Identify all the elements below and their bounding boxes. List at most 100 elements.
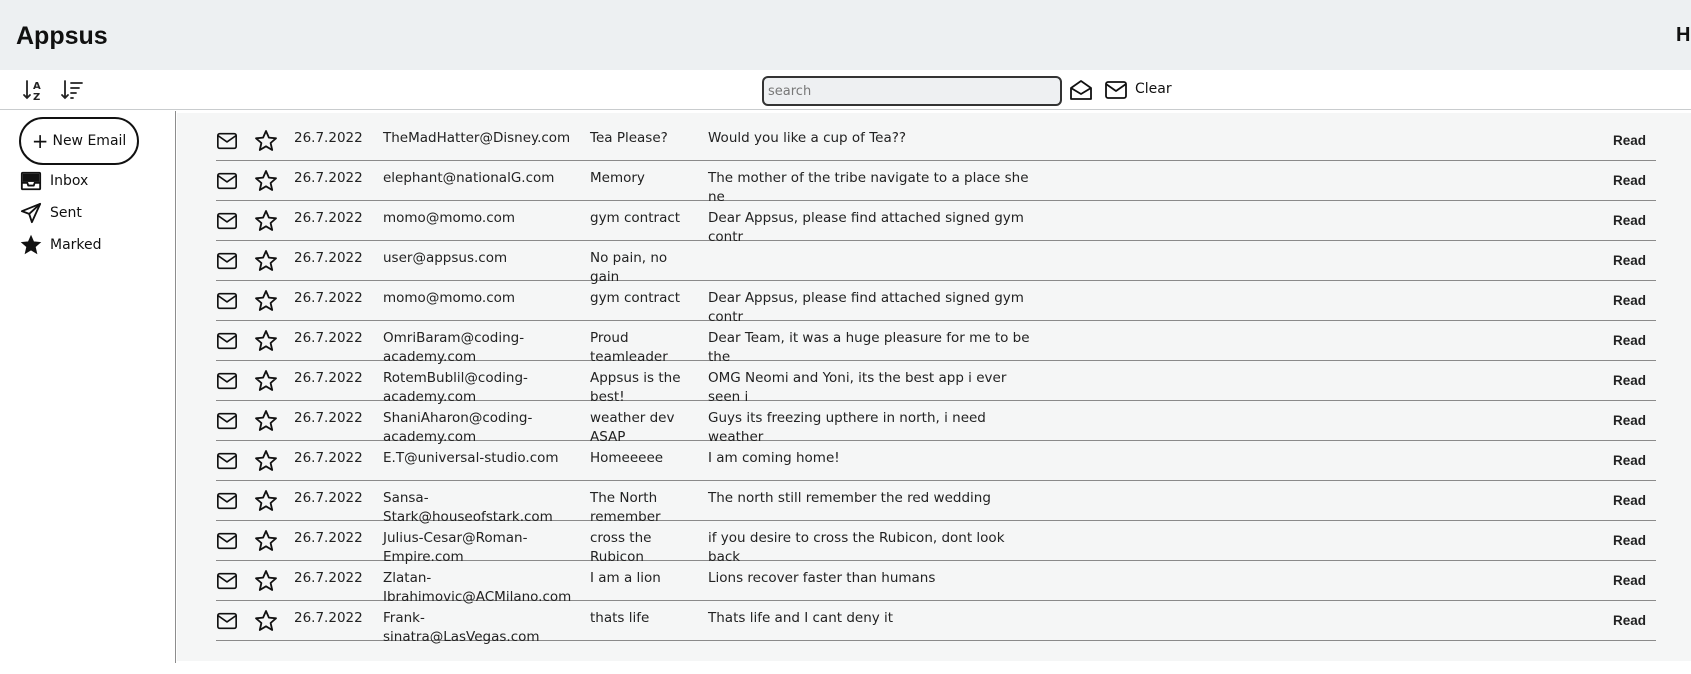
- read-status-button[interactable]: Read: [1613, 333, 1646, 348]
- email-date: 26.7.2022: [294, 170, 363, 186]
- envelope-icon[interactable]: [216, 490, 240, 512]
- envelope-icon[interactable]: [216, 370, 240, 392]
- envelope-icon[interactable]: [1104, 78, 1128, 102]
- email-list: 26.7.2022 TheMadHatter@Disney.com Tea Plea…: [216, 121, 1656, 645]
- email-date: 26.7.2022: [294, 330, 363, 346]
- email-preview: Thats life and I cant deny it: [708, 610, 894, 626]
- envelope-icon[interactable]: [216, 130, 240, 152]
- star-icon[interactable]: [254, 129, 278, 153]
- email-date: 26.7.2022: [294, 370, 363, 386]
- email-row[interactable]: 26.7.2022 TheMadHatter@Disney.com Tea Plea…: [216, 121, 1656, 161]
- read-status-button[interactable]: Read: [1613, 213, 1646, 228]
- header-nav-text[interactable]: H: [1676, 24, 1690, 47]
- email-sender: elephant@nationalG.com: [383, 170, 555, 186]
- email-date: 26.7.2022: [294, 410, 363, 426]
- sidebar-item-inbox[interactable]: Inbox: [20, 169, 88, 193]
- new-email-label: New Email: [52, 133, 127, 149]
- email-row[interactable]: 26.7.2022 OmriBaram@coding-academy.com Pro…: [216, 321, 1656, 365]
- read-status-button[interactable]: Read: [1613, 573, 1646, 588]
- email-preview: Lions recover faster than humans: [708, 570, 936, 586]
- email-sender: momo@momo.com: [383, 290, 516, 306]
- app-title[interactable]: Appsus: [16, 22, 108, 51]
- new-email-button[interactable]: + New Email: [19, 117, 139, 165]
- email-row[interactable]: 26.7.2022 Sansa-Stark@houseofstark.com The…: [216, 481, 1656, 525]
- clear-button[interactable]: Clear: [1135, 81, 1172, 97]
- email-subject: thats life: [590, 610, 650, 626]
- email-sender: E.T@universal-studio.com: [383, 450, 559, 466]
- toolbar: A Z Clear: [0, 70, 1691, 110]
- email-date: 26.7.2022: [294, 490, 363, 506]
- email-row[interactable]: 26.7.2022 Frank-sinatra@LasVegas.com thats…: [216, 601, 1656, 645]
- email-date: 26.7.2022: [294, 610, 363, 626]
- email-list-panel: 26.7.2022 TheMadHatter@Disney.com Tea Plea…: [177, 113, 1691, 661]
- read-status-button[interactable]: Read: [1613, 493, 1646, 508]
- email-row[interactable]: 26.7.2022 user@appsus.com No pain, no gain…: [216, 241, 1656, 285]
- app-header: Appsus H: [0, 0, 1691, 70]
- email-sender: TheMadHatter@Disney.com: [383, 130, 571, 146]
- email-subject: Homeeeee: [590, 450, 664, 466]
- sidebar-item-label: Marked: [50, 237, 102, 253]
- email-row[interactable]: 26.7.2022 momo@momo.com gym contract Dear A…: [216, 281, 1656, 325]
- star-icon[interactable]: [254, 209, 278, 233]
- envelope-icon[interactable]: [216, 610, 240, 632]
- email-row[interactable]: 26.7.2022 Zlatan-Ibrahimovic@ACMilano.com…: [216, 561, 1656, 605]
- star-icon[interactable]: [254, 249, 278, 273]
- email-row[interactable]: 26.7.2022 elephant@nationalG.com Memory The…: [216, 161, 1656, 205]
- email-sender: momo@momo.com: [383, 210, 516, 226]
- email-row[interactable]: 26.7.2022 ShaniAharon@coding-academy.com w…: [216, 401, 1656, 445]
- star-icon[interactable]: [254, 329, 278, 353]
- envelope-icon[interactable]: [216, 570, 240, 592]
- envelope-icon[interactable]: [216, 250, 240, 272]
- star-icon[interactable]: [254, 489, 278, 513]
- email-date: 26.7.2022: [294, 570, 363, 586]
- email-row[interactable]: 26.7.2022 RotemBublil@coding-academy.com A…: [216, 361, 1656, 405]
- read-status-button[interactable]: Read: [1613, 453, 1646, 468]
- email-date: 26.7.2022: [294, 530, 363, 546]
- envelope-icon[interactable]: [216, 530, 240, 552]
- read-status-button[interactable]: Read: [1613, 133, 1646, 148]
- sort-lines-icon[interactable]: [60, 78, 84, 102]
- star-icon[interactable]: [254, 449, 278, 473]
- search-input[interactable]: [762, 76, 1062, 106]
- envelope-icon[interactable]: [216, 330, 240, 352]
- envelope-icon[interactable]: [216, 210, 240, 232]
- email-date: 26.7.2022: [294, 130, 363, 146]
- email-preview: The north still remember the red wedding: [708, 490, 991, 506]
- read-status-button[interactable]: Read: [1613, 533, 1646, 548]
- email-sender: user@appsus.com: [383, 250, 508, 266]
- envelope-open-icon[interactable]: [1069, 78, 1093, 102]
- read-status-button[interactable]: Read: [1613, 293, 1646, 308]
- sort-alpha-icon[interactable]: A Z: [22, 78, 46, 103]
- star-icon[interactable]: [254, 409, 278, 433]
- email-row[interactable]: 26.7.2022 Julius-Cesar@Roman-Empire.com cr…: [216, 521, 1656, 565]
- send-icon: [20, 202, 42, 224]
- svg-text:Z: Z: [33, 92, 40, 102]
- star-icon[interactable]: [254, 609, 278, 633]
- email-row[interactable]: 26.7.2022 E.T@universal-studio.com Homeeee…: [216, 441, 1656, 481]
- envelope-icon[interactable]: [216, 410, 240, 432]
- star-icon[interactable]: [254, 529, 278, 553]
- email-sender: Frank-sinatra@LasVegas.com: [383, 610, 540, 645]
- star-icon[interactable]: [254, 369, 278, 393]
- read-status-button[interactable]: Read: [1613, 173, 1646, 188]
- star-icon[interactable]: [254, 289, 278, 313]
- sidebar-item-marked[interactable]: Marked: [20, 233, 102, 257]
- read-status-button[interactable]: Read: [1613, 613, 1646, 628]
- email-date: 26.7.2022: [294, 290, 363, 306]
- email-row[interactable]: 26.7.2022 momo@momo.com gym contract Dear A…: [216, 201, 1656, 245]
- read-status-button[interactable]: Read: [1613, 413, 1646, 428]
- read-status-button[interactable]: Read: [1613, 253, 1646, 268]
- star-icon[interactable]: [254, 569, 278, 593]
- email-subject: I am a lion: [590, 570, 661, 586]
- email-date: 26.7.2022: [294, 450, 363, 466]
- envelope-icon[interactable]: [216, 450, 240, 472]
- read-status-button[interactable]: Read: [1613, 373, 1646, 388]
- email-preview: Would you like a cup of Tea??: [708, 130, 907, 146]
- sidebar-item-sent[interactable]: Sent: [20, 201, 82, 225]
- svg-text:A: A: [33, 81, 41, 92]
- inbox-icon: [20, 171, 42, 191]
- envelope-icon[interactable]: [216, 170, 240, 192]
- email-subject: gym contract: [590, 210, 681, 226]
- envelope-icon[interactable]: [216, 290, 240, 312]
- star-icon[interactable]: [254, 169, 278, 193]
